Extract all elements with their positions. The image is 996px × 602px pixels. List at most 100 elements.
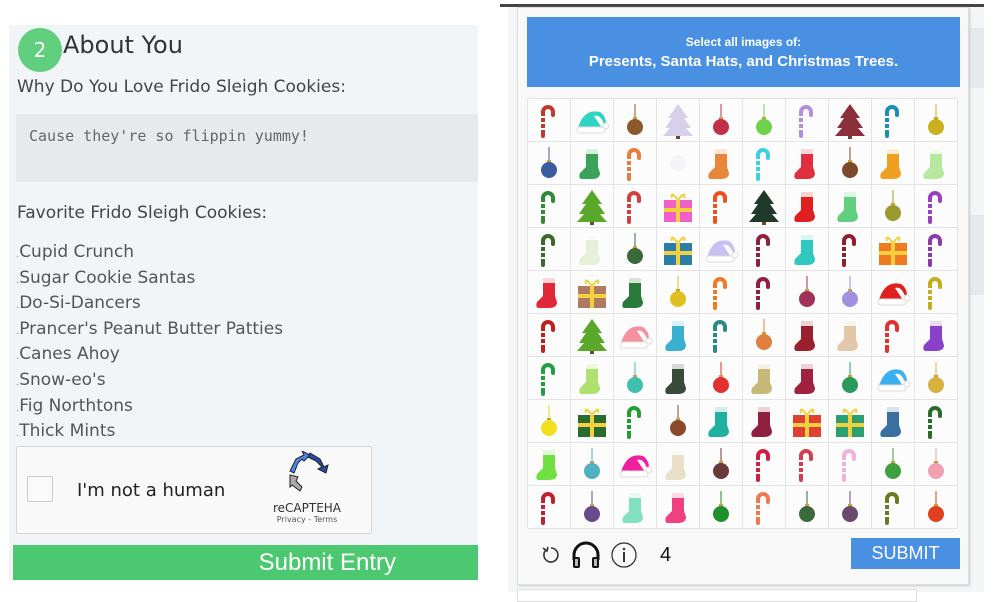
- captcha-tile-blank[interactable]: [657, 142, 700, 185]
- captcha-tile-stocking[interactable]: [743, 357, 786, 400]
- captcha-tile-ornament[interactable]: [743, 314, 786, 357]
- captcha-tile-present[interactable]: [657, 228, 700, 271]
- captcha-tile-stocking[interactable]: [571, 357, 614, 400]
- captcha-tile-candy-cane[interactable]: [528, 228, 571, 271]
- captcha-tile-ornament[interactable]: [872, 443, 915, 486]
- why-textarea[interactable]: Cause they're so flippin yummy!: [16, 114, 478, 182]
- captcha-tile-candy-cane[interactable]: [872, 314, 915, 357]
- captcha-tile-ornament[interactable]: [700, 486, 743, 529]
- submit-entry-button[interactable]: Submit Entry: [13, 545, 478, 580]
- captcha-tile-santa-hat[interactable]: [872, 357, 915, 400]
- captcha-tile-candy-cane[interactable]: [528, 99, 571, 142]
- captcha-tile-present[interactable]: [571, 400, 614, 443]
- captcha-tile-stocking[interactable]: [614, 271, 657, 314]
- captcha-tile-ornament[interactable]: [657, 400, 700, 443]
- captcha-tile-present[interactable]: [829, 400, 872, 443]
- info-icon[interactable]: [610, 541, 638, 569]
- captcha-tile-stocking[interactable]: [743, 400, 786, 443]
- captcha-tile-ornament[interactable]: [786, 271, 829, 314]
- captcha-tile-ornament[interactable]: [829, 271, 872, 314]
- captcha-tile-ornament[interactable]: [915, 486, 958, 529]
- captcha-tile-present[interactable]: [872, 228, 915, 271]
- captcha-tile-candy-cane[interactable]: [915, 271, 958, 314]
- not-human-checkbox[interactable]: [27, 476, 53, 502]
- captcha-tile-stocking[interactable]: [657, 443, 700, 486]
- captcha-tile-tree[interactable]: [571, 314, 614, 357]
- captcha-tile-candy-cane[interactable]: [786, 99, 829, 142]
- captcha-tile-present[interactable]: [657, 185, 700, 228]
- captcha-tile-candy-cane[interactable]: [743, 486, 786, 529]
- captcha-tile-candy-cane[interactable]: [915, 185, 958, 228]
- captcha-tile-ornament[interactable]: [915, 357, 958, 400]
- captcha-tile-santa-hat[interactable]: [872, 271, 915, 314]
- captcha-tile-candy-cane[interactable]: [528, 314, 571, 357]
- captcha-tile-ornament[interactable]: [872, 185, 915, 228]
- captcha-tile-candy-cane[interactable]: [786, 443, 829, 486]
- captcha-tile-ornament[interactable]: [829, 486, 872, 529]
- captcha-tile-candy-cane[interactable]: [872, 486, 915, 529]
- captcha-tile-stocking[interactable]: [786, 314, 829, 357]
- captcha-tile-candy-cane[interactable]: [700, 314, 743, 357]
- captcha-tile-ornament[interactable]: [786, 486, 829, 529]
- captcha-tile-candy-cane[interactable]: [614, 142, 657, 185]
- captcha-tile-present[interactable]: [571, 271, 614, 314]
- captcha-tile-ornament[interactable]: [829, 357, 872, 400]
- captcha-tile-stocking[interactable]: [872, 142, 915, 185]
- captcha-tile-ornament[interactable]: [614, 357, 657, 400]
- captcha-tile-santa-hat[interactable]: [614, 443, 657, 486]
- captcha-tile-tree[interactable]: [743, 185, 786, 228]
- captcha-tile-candy-cane[interactable]: [743, 142, 786, 185]
- captcha-tile-stocking[interactable]: [786, 228, 829, 271]
- captcha-tile-santa-hat[interactable]: [700, 228, 743, 271]
- captcha-tile-ornament[interactable]: [700, 443, 743, 486]
- captcha-tile-candy-cane[interactable]: [528, 486, 571, 529]
- captcha-tile-ornament[interactable]: [528, 400, 571, 443]
- captcha-tile-stocking[interactable]: [528, 271, 571, 314]
- captcha-tile-candy-cane[interactable]: [743, 228, 786, 271]
- captcha-tile-candy-cane[interactable]: [829, 443, 872, 486]
- captcha-tile-candy-cane[interactable]: [915, 228, 958, 271]
- captcha-submit-button[interactable]: SUBMIT: [851, 538, 960, 569]
- captcha-tile-candy-cane[interactable]: [743, 271, 786, 314]
- captcha-tile-candy-cane[interactable]: [743, 443, 786, 486]
- refresh-icon[interactable]: [540, 544, 562, 566]
- captcha-tile-ornament[interactable]: [915, 443, 958, 486]
- captcha-tile-candy-cane[interactable]: [528, 185, 571, 228]
- captcha-tile-stocking[interactable]: [829, 314, 872, 357]
- captcha-tile-candy-cane[interactable]: [614, 400, 657, 443]
- captcha-tile-ornament[interactable]: [700, 99, 743, 142]
- captcha-tile-tree[interactable]: [657, 99, 700, 142]
- captcha-tile-stocking[interactable]: [571, 142, 614, 185]
- captcha-tile-ornament[interactable]: [528, 142, 571, 185]
- captcha-tile-stocking[interactable]: [571, 228, 614, 271]
- captcha-tile-stocking[interactable]: [786, 142, 829, 185]
- captcha-tile-candy-cane[interactable]: [700, 271, 743, 314]
- captcha-tile-stocking[interactable]: [657, 357, 700, 400]
- captcha-tile-ornament[interactable]: [614, 228, 657, 271]
- captcha-tile-stocking[interactable]: [700, 400, 743, 443]
- captcha-tile-stocking[interactable]: [528, 443, 571, 486]
- captcha-tile-ornament[interactable]: [829, 142, 872, 185]
- captcha-tile-tree[interactable]: [829, 99, 872, 142]
- captcha-tile-stocking[interactable]: [657, 486, 700, 529]
- privacy-terms-links[interactable]: Privacy - Terms: [262, 515, 352, 524]
- captcha-tile-stocking[interactable]: [829, 185, 872, 228]
- captcha-tile-stocking[interactable]: [786, 357, 829, 400]
- captcha-tile-ornament[interactable]: [700, 357, 743, 400]
- captcha-tile-candy-cane[interactable]: [528, 357, 571, 400]
- captcha-tile-candy-cane[interactable]: [614, 185, 657, 228]
- captcha-tile-candy-cane[interactable]: [915, 400, 958, 443]
- captcha-tile-ornament[interactable]: [571, 486, 614, 529]
- captcha-tile-ornament[interactable]: [657, 271, 700, 314]
- headphones-icon[interactable]: [570, 540, 602, 570]
- captcha-tile-candy-cane[interactable]: [872, 99, 915, 142]
- captcha-tile-stocking[interactable]: [700, 142, 743, 185]
- captcha-tile-stocking[interactable]: [915, 142, 958, 185]
- captcha-tile-present[interactable]: [786, 400, 829, 443]
- captcha-tile-ornament[interactable]: [571, 443, 614, 486]
- captcha-tile-stocking[interactable]: [872, 400, 915, 443]
- captcha-tile-stocking[interactable]: [786, 185, 829, 228]
- captcha-tile-santa-hat[interactable]: [614, 314, 657, 357]
- captcha-tile-stocking[interactable]: [657, 314, 700, 357]
- captcha-tile-ornament[interactable]: [743, 99, 786, 142]
